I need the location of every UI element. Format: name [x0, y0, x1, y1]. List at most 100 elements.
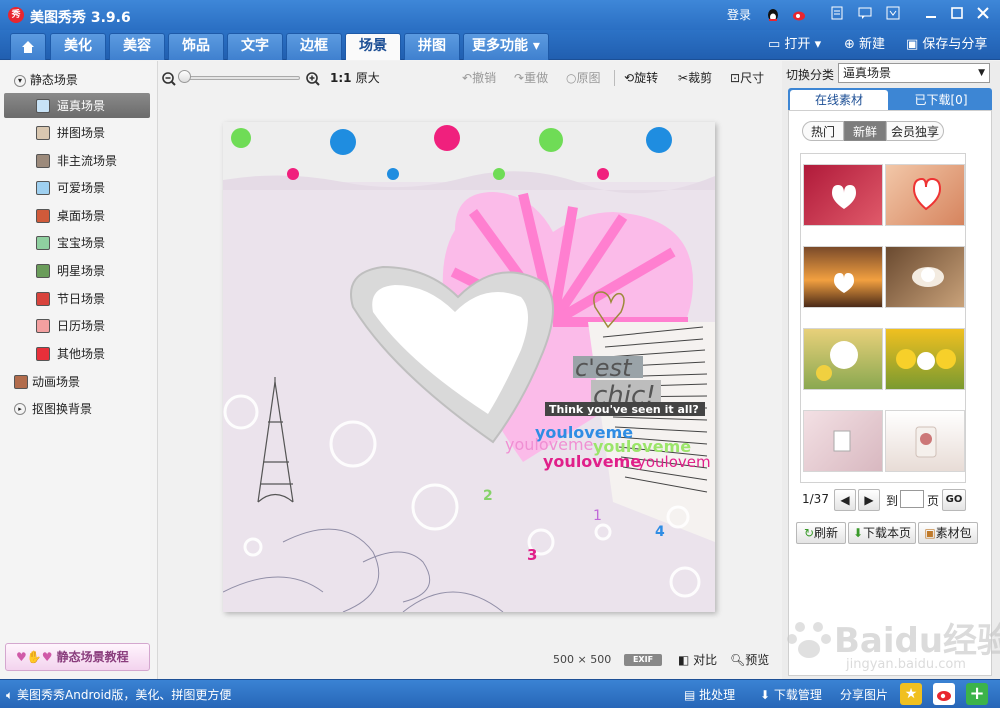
tab-more-features[interactable]: 更多功能 ▾ [463, 33, 549, 60]
redo-label: 重做 [524, 71, 549, 85]
love-text-magenta: youloveme [543, 452, 641, 471]
sidebar-item-label: 拼图场景 [57, 126, 106, 140]
crop-label: 裁剪 [688, 71, 713, 85]
material-thumb[interactable] [885, 164, 965, 226]
preview-button[interactable]: 🔍︎预览 [730, 651, 769, 668]
login-link[interactable]: 登录 [722, 6, 756, 24]
tab-beauty[interactable]: 美容 [109, 33, 165, 60]
share-image-button[interactable]: 分享图片 [840, 686, 888, 703]
tab-scene[interactable]: 场景 [345, 33, 401, 60]
zoom-slider[interactable] [182, 76, 300, 80]
cutout-background-item[interactable]: ▸ 抠图换背景 [14, 398, 164, 420]
tab-downloaded[interactable]: 已下载[0] [892, 90, 990, 110]
maximize-icon[interactable] [948, 6, 966, 24]
material-thumb[interactable] [803, 246, 883, 308]
promo-link[interactable]: 🔈︎ 美图秀秀Android版，美化、拼图更方便 [6, 686, 231, 703]
material-thumb[interactable] [803, 410, 883, 472]
material-thumb[interactable] [803, 164, 883, 226]
zoom-in-icon[interactable] [306, 72, 320, 89]
switch-category-label: 切换分类 [786, 68, 835, 82]
new-button[interactable]: ⊕ 新建 [844, 36, 885, 54]
redo-button[interactable]: ↷重做 [514, 70, 548, 86]
weibo-icon[interactable] [790, 6, 808, 24]
page-number-input[interactable] [900, 490, 924, 508]
scene-artwork: c'est chic! Think you've seen it all? yo… [223, 122, 715, 612]
download-manager-button[interactable]: ⬇ 下载管理 [760, 686, 822, 703]
material-thumb[interactable] [885, 410, 965, 472]
batch-icon: ▤ [684, 688, 696, 702]
sidebar-item-label: 桌面场景 [57, 209, 106, 223]
tab-online-materials[interactable]: 在线素材 [790, 90, 888, 110]
undo-icon: ↶ [462, 71, 473, 85]
document-icon[interactable] [828, 6, 846, 24]
crop-button[interactable]: ✂裁剪 [678, 70, 712, 86]
zoom-out-icon[interactable] [162, 72, 176, 89]
refresh-button[interactable]: ↻刷新 [796, 522, 846, 544]
scene-thumb-icon [36, 347, 50, 361]
filter-hot[interactable]: 热门 [802, 121, 844, 141]
prev-page-button[interactable]: ◀ [834, 489, 856, 511]
open-button[interactable]: ▭ 打开 ▾ [768, 36, 821, 54]
batch-process-button[interactable]: ▤ 批处理 [684, 686, 735, 703]
save-share-button[interactable]: ▣ 保存与分享 [906, 36, 987, 54]
material-panel: 切换分类 逼真场景 ▼ 在线素材 已下载[0] 热门 新鲜 会员独享 1/37 ◀… [782, 61, 1000, 679]
minimize-icon[interactable] [922, 6, 940, 24]
rotate-button[interactable]: ⟲旋转 [624, 70, 658, 86]
next-page-button[interactable]: ▶ [858, 489, 880, 511]
close-icon[interactable] [974, 6, 992, 24]
zoom-1to1-button[interactable]: 1:1 原大 [330, 70, 380, 86]
original-button[interactable]: ○原图 [566, 70, 601, 86]
chevron-down-icon: ▼ [978, 68, 985, 78]
undo-button[interactable]: ↶撤销 [462, 70, 496, 86]
material-source-tabs: 在线素材 已下载[0] [788, 88, 992, 110]
skin-icon[interactable] [884, 6, 902, 24]
material-thumb[interactable] [885, 246, 965, 308]
scene-category-sidebar: ▾ 静态场景 逼真场景 拼图场景 非主流场景 可爱场景 桌面场景 宝宝场景 明星… [0, 61, 158, 679]
scene-thumb-icon [36, 236, 50, 250]
tab-beautify[interactable]: 美化 [50, 33, 106, 60]
download-page-button[interactable]: ⬇下载本页 [848, 522, 916, 544]
save-icon: ▣ [906, 37, 923, 52]
scene-thumb-icon [36, 154, 50, 168]
sidebar-item-label: 明星场景 [57, 264, 106, 278]
undo-label: 撤销 [472, 71, 497, 85]
size-label: 尺寸 [740, 71, 765, 85]
static-scene-group[interactable]: ▾ 静态场景 [14, 69, 164, 91]
filter-vip[interactable]: 会员独享 [886, 121, 944, 141]
add-icon[interactable]: + [966, 683, 988, 705]
tab-collage[interactable]: 拼图 [404, 33, 460, 60]
filter-fresh[interactable]: 新鲜 [844, 121, 886, 141]
tutorial-button[interactable]: ♥✋♥ 静态场景教程 [5, 643, 150, 671]
tab-text[interactable]: 文字 [227, 33, 283, 60]
sidebar-item-label: 逼真场景 [57, 99, 106, 113]
size-button[interactable]: ⊡尺寸 [730, 70, 764, 86]
canvas-image[interactable]: c'est chic! Think you've seen it all? yo… [223, 122, 715, 612]
compare-label: 对比 [693, 653, 718, 667]
material-thumb[interactable] [803, 328, 883, 390]
material-thumb[interactable] [885, 328, 965, 390]
page-suffix-label: 页 [927, 494, 940, 508]
material-pack-button[interactable]: ▣素材包 [918, 522, 978, 544]
preview-label: 预览 [745, 653, 770, 667]
goto-label: 到 [886, 494, 899, 508]
go-button[interactable]: GO [942, 489, 966, 511]
tab-home[interactable] [10, 33, 46, 60]
zoom-slider-handle[interactable] [178, 70, 191, 83]
sidebar-item-label: 节日场景 [57, 292, 106, 306]
rotate-label: 旋转 [634, 71, 659, 85]
baidu-watermark: Baidu经验 jingyan.baidu.com [786, 613, 1000, 673]
tab-accessories[interactable]: 饰品 [168, 33, 224, 60]
weibo-share-icon[interactable] [933, 683, 955, 705]
toolbar-divider [614, 70, 615, 86]
star-icon[interactable]: ★ [900, 683, 922, 705]
tab-border[interactable]: 边框 [286, 33, 342, 60]
editor-area: 1:1 原大 ↶撤销 ↷重做 ○原图 ⟲旋转 ✂裁剪 ⊡尺寸 c'est chi… [158, 61, 782, 679]
main-tab-bar: 美化 美容 饰品 文字 边框 场景 拼图 更多功能 ▾ ▭ 打开 ▾ ⊕ 新建 … [0, 30, 1000, 60]
category-select[interactable]: 逼真场景 ▼ [838, 63, 990, 83]
title-bar: 秀 美图秀秀 3.9.6 登录 [0, 0, 1000, 30]
qq-icon[interactable] [764, 6, 782, 24]
animated-scene-item[interactable]: 动画场景 [14, 371, 164, 393]
exif-button[interactable]: EXIF [624, 654, 662, 666]
feedback-icon[interactable] [856, 6, 874, 24]
compare-button[interactable]: ◧ 对比 [678, 651, 717, 668]
